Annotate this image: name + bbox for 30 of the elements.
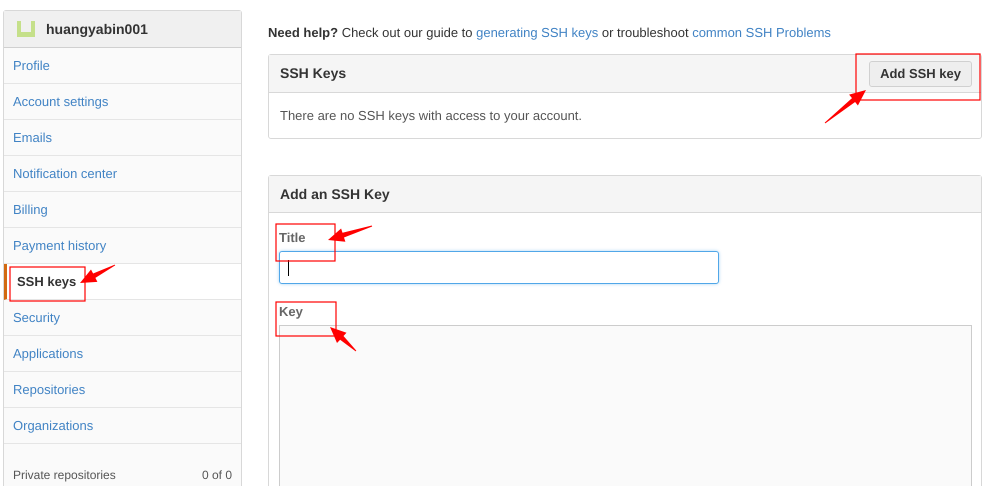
sidebar-item[interactable]: Notification center: [4, 156, 241, 192]
username: huangyabin001: [46, 20, 148, 39]
field-label: Title: [279, 230, 306, 246]
annotation-arrow: [330, 327, 356, 352]
sidebar-item[interactable]: Profile: [4, 48, 241, 84]
sidebar-item[interactable]: Account settings: [4, 84, 241, 120]
sidebar-item[interactable]: Repositories: [4, 372, 241, 408]
title-input[interactable]: [279, 251, 719, 284]
help-text: Need help? Check out our guide to generating SSH keys or troubleshoot common SSH Problems: [268, 24, 832, 42]
private-repos-count: 0 of 0: [202, 467, 232, 484]
guide-link[interactable]: generating SSH keys: [476, 25, 598, 40]
sidebar-item[interactable]: Emails: [4, 120, 241, 156]
avatar-icon: [16, 19, 36, 39]
sidebar-item[interactable]: Security: [4, 300, 241, 336]
annotation-box: [275, 223, 336, 262]
panel-title: SSH Keys: [280, 64, 346, 83]
troubleshoot-link[interactable]: common SSH Problems: [692, 25, 831, 40]
empty-message: There are no SSH keys with access to your account.: [280, 106, 582, 125]
sidebar-item[interactable]: Applications: [4, 336, 241, 372]
sidebar-item[interactable]: Billing: [4, 192, 241, 228]
panel-title: Add an SSH Key: [280, 184, 390, 204]
sidebar-item[interactable]: Organizations: [4, 408, 241, 444]
annotation-arrow: [824, 90, 866, 124]
private-repos-label: Private repositories: [13, 467, 116, 484]
field-label: Key: [279, 304, 303, 320]
add-ssh-key-button[interactable]: Add SSH key: [869, 60, 972, 86]
annotation-arrow: [80, 264, 116, 283]
sidebar-item[interactable]: SSH keys: [4, 264, 241, 300]
annotation-arrow: [328, 226, 372, 242]
annotation-box: [275, 301, 337, 337]
